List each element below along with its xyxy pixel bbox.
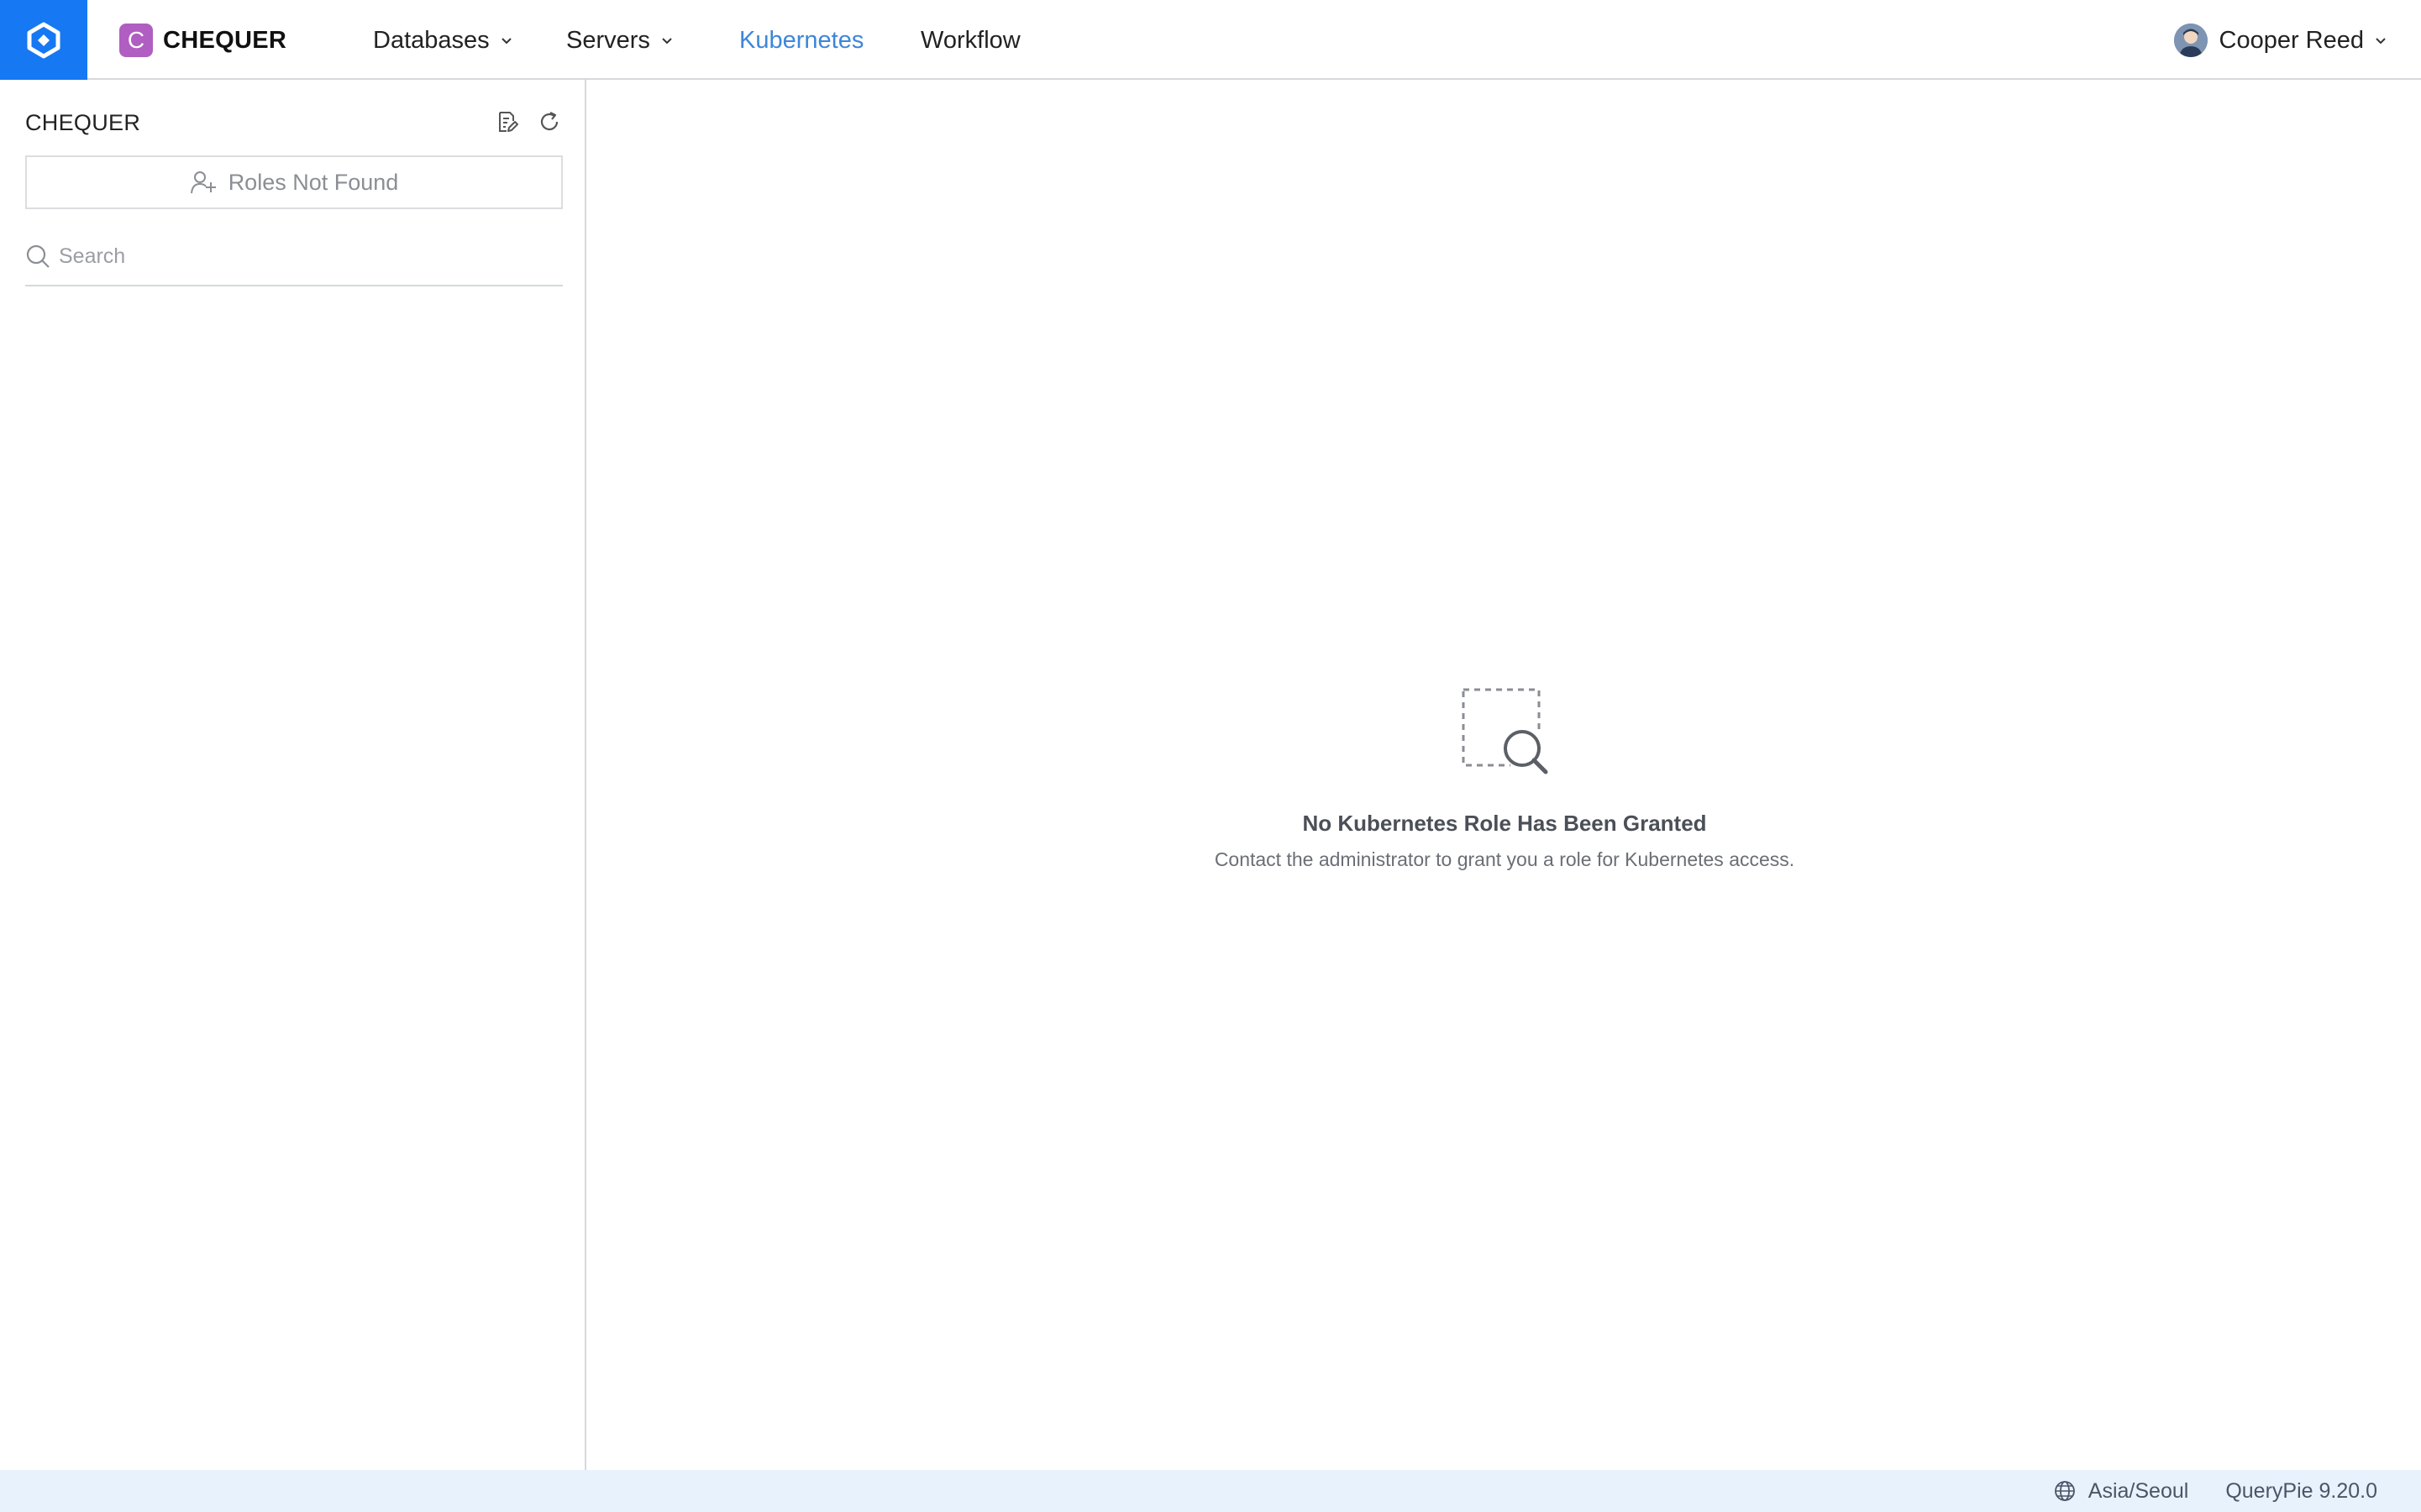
roles-not-found-button[interactable]: Roles Not Found xyxy=(25,155,563,209)
user-add-icon xyxy=(190,171,216,194)
refresh-icon[interactable] xyxy=(536,108,563,135)
chevron-down-icon xyxy=(662,38,672,45)
main-content: No Kubernetes Role Has Been Granted Cont… xyxy=(588,80,2421,1470)
timezone-label: Asia/Seoul xyxy=(2088,1478,2189,1503)
organization-selector[interactable]: C CHEQUER xyxy=(119,24,287,57)
search-bar xyxy=(25,228,563,286)
empty-state: No Kubernetes Role Has Been Granted Cont… xyxy=(588,685,2421,871)
organization-badge: C xyxy=(119,24,153,57)
nav-servers[interactable]: Servers xyxy=(566,22,674,59)
user-menu[interactable]: Cooper Reed xyxy=(2173,22,2388,59)
timezone-indicator[interactable]: Asia/Seoul xyxy=(2053,1478,2189,1504)
empty-state-title: No Kubernetes Role Has Been Granted xyxy=(1302,811,1707,836)
nav-kubernetes-label: Kubernetes xyxy=(739,26,864,54)
empty-state-description: Contact the administrator to grant you a… xyxy=(1214,848,1795,870)
chevron-down-icon xyxy=(2376,38,2386,45)
nav-workflow[interactable]: Workflow xyxy=(921,22,1021,59)
avatar xyxy=(2173,24,2208,57)
top-navigation-bar: C CHEQUER Databases Servers Kubernetes W… xyxy=(0,0,2421,80)
nav-databases[interactable]: Databases xyxy=(373,22,513,59)
globe-icon xyxy=(2054,1481,2075,1501)
nav-workflow-label: Workflow xyxy=(921,26,1021,54)
search-icon xyxy=(26,244,50,268)
nav-databases-label: Databases xyxy=(373,26,490,54)
user-name: Cooper Reed xyxy=(2219,26,2365,54)
search-not-found-icon xyxy=(1462,688,1548,774)
search-input[interactable] xyxy=(59,244,546,269)
organization-name: CHEQUER xyxy=(163,26,287,54)
nav-kubernetes[interactable]: Kubernetes xyxy=(739,22,864,59)
querypie-logo-icon[interactable] xyxy=(0,0,87,80)
edit-note-icon[interactable] xyxy=(494,108,521,135)
sidebar: CHEQUER Roles Not Found xyxy=(0,80,586,1470)
version-label: QueryPie 9.20.0 xyxy=(2225,1478,2377,1503)
sidebar-title: CHEQUER xyxy=(25,110,141,135)
status-bar: Asia/Seoul QueryPie 9.20.0 xyxy=(0,1470,2421,1512)
chevron-down-icon xyxy=(501,38,512,45)
roles-not-found-label: Roles Not Found xyxy=(228,169,399,195)
nav-servers-label: Servers xyxy=(566,26,650,54)
